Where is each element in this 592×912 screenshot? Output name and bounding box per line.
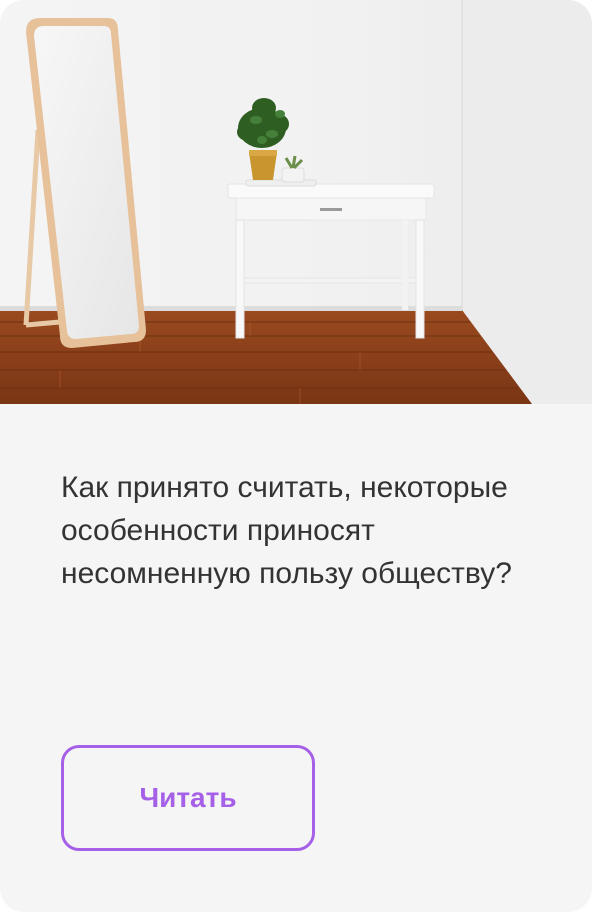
read-button[interactable]: Читать <box>61 745 315 851</box>
room-photo <box>0 0 592 404</box>
article-title: Как принято считать, некоторые особеннос… <box>61 471 512 590</box>
article-card: Как принято считать, некоторые особеннос… <box>0 0 592 912</box>
